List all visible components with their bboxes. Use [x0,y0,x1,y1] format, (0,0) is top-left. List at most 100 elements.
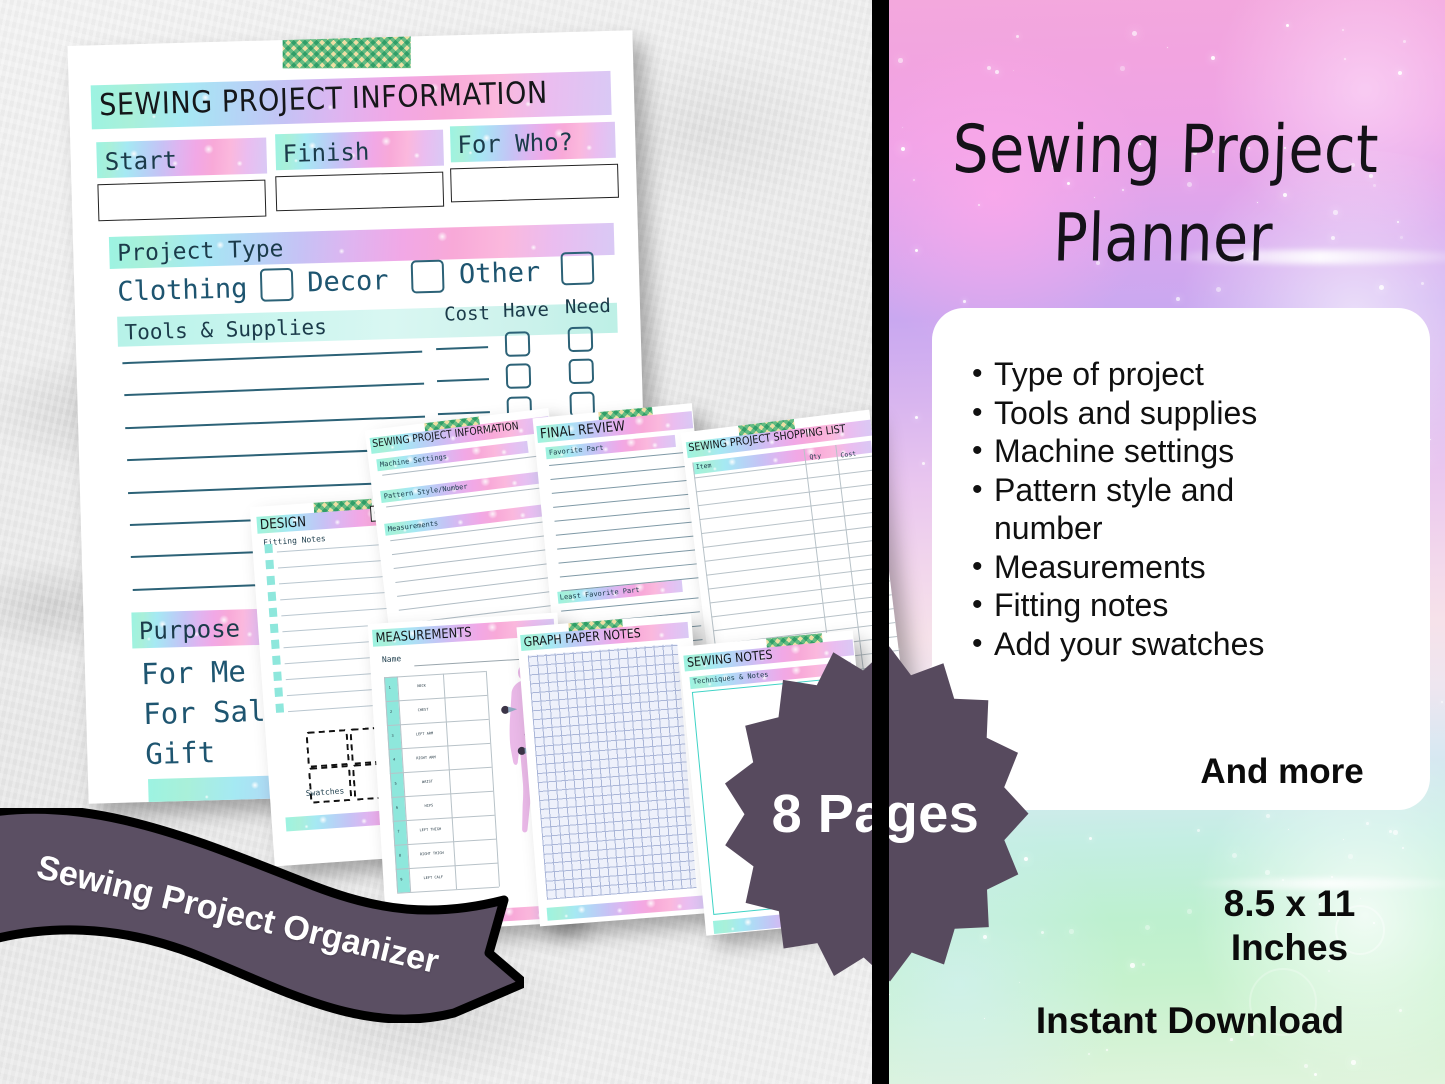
measurement-value-cell[interactable] [443,671,487,698]
tools-cost-line[interactable] [437,378,490,383]
tab-marker [273,671,282,682]
sparkle-icon [1069,929,1074,934]
finish-input[interactable] [275,171,445,212]
sparkle-icon [1145,925,1150,930]
option-clothing-checkbox[interactable] [259,267,294,302]
measurement-row-number: 1 [388,685,391,690]
feature-label: Tools and supplies [994,394,1258,431]
sparkle-icon [1342,29,1345,32]
sparkle-icon [1216,287,1222,293]
measurement-value-cell[interactable] [444,695,488,722]
shopping-row-line[interactable] [699,496,881,521]
shopping-row-line[interactable] [709,580,891,604]
swatch-box[interactable] [308,764,353,804]
sparkle-icon [1016,35,1020,39]
sparkle-icon [1176,297,1180,301]
start-input[interactable] [97,179,267,222]
tools-need-checkbox[interactable] [568,358,595,385]
sparkle-icon [1089,837,1093,841]
sparkle-icon [1088,1053,1091,1056]
swatch-box[interactable] [305,728,350,768]
project-type-heading: Project Type [116,236,284,267]
tools-line[interactable] [123,383,424,397]
tools-cost-line[interactable] [437,410,490,415]
shopping-row-line[interactable] [702,524,884,548]
meas-title: MEASUREMENTS [375,623,473,646]
tab-marker [271,639,280,650]
tab-marker [264,543,273,554]
measurement-value-cell[interactable] [446,719,490,746]
measurement-row-label: CHEST [417,707,429,713]
shopping-row-line[interactable] [707,566,889,590]
shopping-row-line[interactable] [695,469,877,493]
sparkle-icon [1013,70,1015,72]
measurement-row-number: 2 [389,709,393,714]
tab-marker [274,687,283,697]
tab-marker [275,703,285,713]
option-other-label: Other [458,256,541,291]
sparkle-icon [1211,56,1215,60]
bullet-icon: • [972,395,983,429]
shopping-row-line[interactable] [700,510,882,535]
purpose-option-gift[interactable]: Gift [145,735,216,771]
panel-divider [872,0,889,1084]
feature-label: Type of project [994,356,1204,392]
measurement-value-cell[interactable] [447,743,491,770]
shopping-row-line[interactable] [697,483,879,507]
measurement-row-label: LEFT ARM [415,731,434,737]
tools-cost-line[interactable] [436,346,489,351]
shopping-row-line[interactable] [711,594,892,618]
sparkle-icon [915,416,919,420]
option-decor-checkbox[interactable] [410,259,445,294]
final-favorite-line[interactable] [558,549,696,564]
option-clothing-label: Clothing [116,273,248,308]
bullet-icon: • [972,472,983,506]
size-line1: 8.5 x 11 [1223,883,1356,924]
sparkle-icon [1041,931,1045,935]
final-favorite-line[interactable] [559,563,698,578]
finish-label: Finish [282,137,370,169]
final-favorite-line[interactable] [557,535,695,550]
feature-list: • Type of project • Tools and supplies • Mach… [972,355,1392,663]
shopping-row-line[interactable] [706,552,887,576]
purpose-option-forme[interactable]: For Me [141,654,247,691]
sparkle-icon [1288,829,1290,831]
final-favorite-line[interactable] [551,479,690,494]
final-favorite-line[interactable] [555,521,694,536]
option-other-checkbox[interactable] [560,251,595,286]
tools-line[interactable] [125,415,426,429]
measurement-value-cell[interactable] [449,767,493,794]
final-favorite-line[interactable] [553,493,691,508]
sparkle-icon [889,994,891,996]
feature-item: number [972,509,1392,548]
tools-have-checkbox[interactable] [505,363,532,390]
feature-item: • Machine settings [972,432,1392,471]
tools-need-checkbox[interactable] [567,326,594,353]
tools-cost-header: Cost [443,302,491,326]
bullet-icon: • [972,549,983,583]
feature-label: Measurements [994,548,1206,585]
forwho-input[interactable] [450,163,619,203]
shopping-row-line[interactable] [712,608,894,632]
sparkle-icon [1379,285,1384,290]
tab-marker [269,623,279,634]
sparkle-icon [1167,47,1169,49]
final-favorite-line[interactable] [550,465,688,480]
sparkle-icon [1130,963,1135,968]
hero-title-line1: Sewing Project [951,111,1380,189]
final-favorite-line[interactable] [554,507,692,522]
sparkle-icon [922,462,926,466]
sparkle-icon [1232,853,1237,858]
sparkle-icon [1120,66,1125,71]
tools-line[interactable] [122,350,423,365]
sparkle-icon [995,70,1000,75]
tab-marker [272,655,281,666]
bullet-icon: • [972,588,983,621]
sparkle-icon [1441,701,1444,704]
sparkle-icon [1343,839,1345,841]
shopping-row-line[interactable] [704,538,886,562]
bullet-icon: • [972,434,983,467]
tools-have-checkbox[interactable] [504,331,531,357]
feature-label: Pattern style and [994,471,1235,508]
sparkle-icon [1344,58,1347,61]
